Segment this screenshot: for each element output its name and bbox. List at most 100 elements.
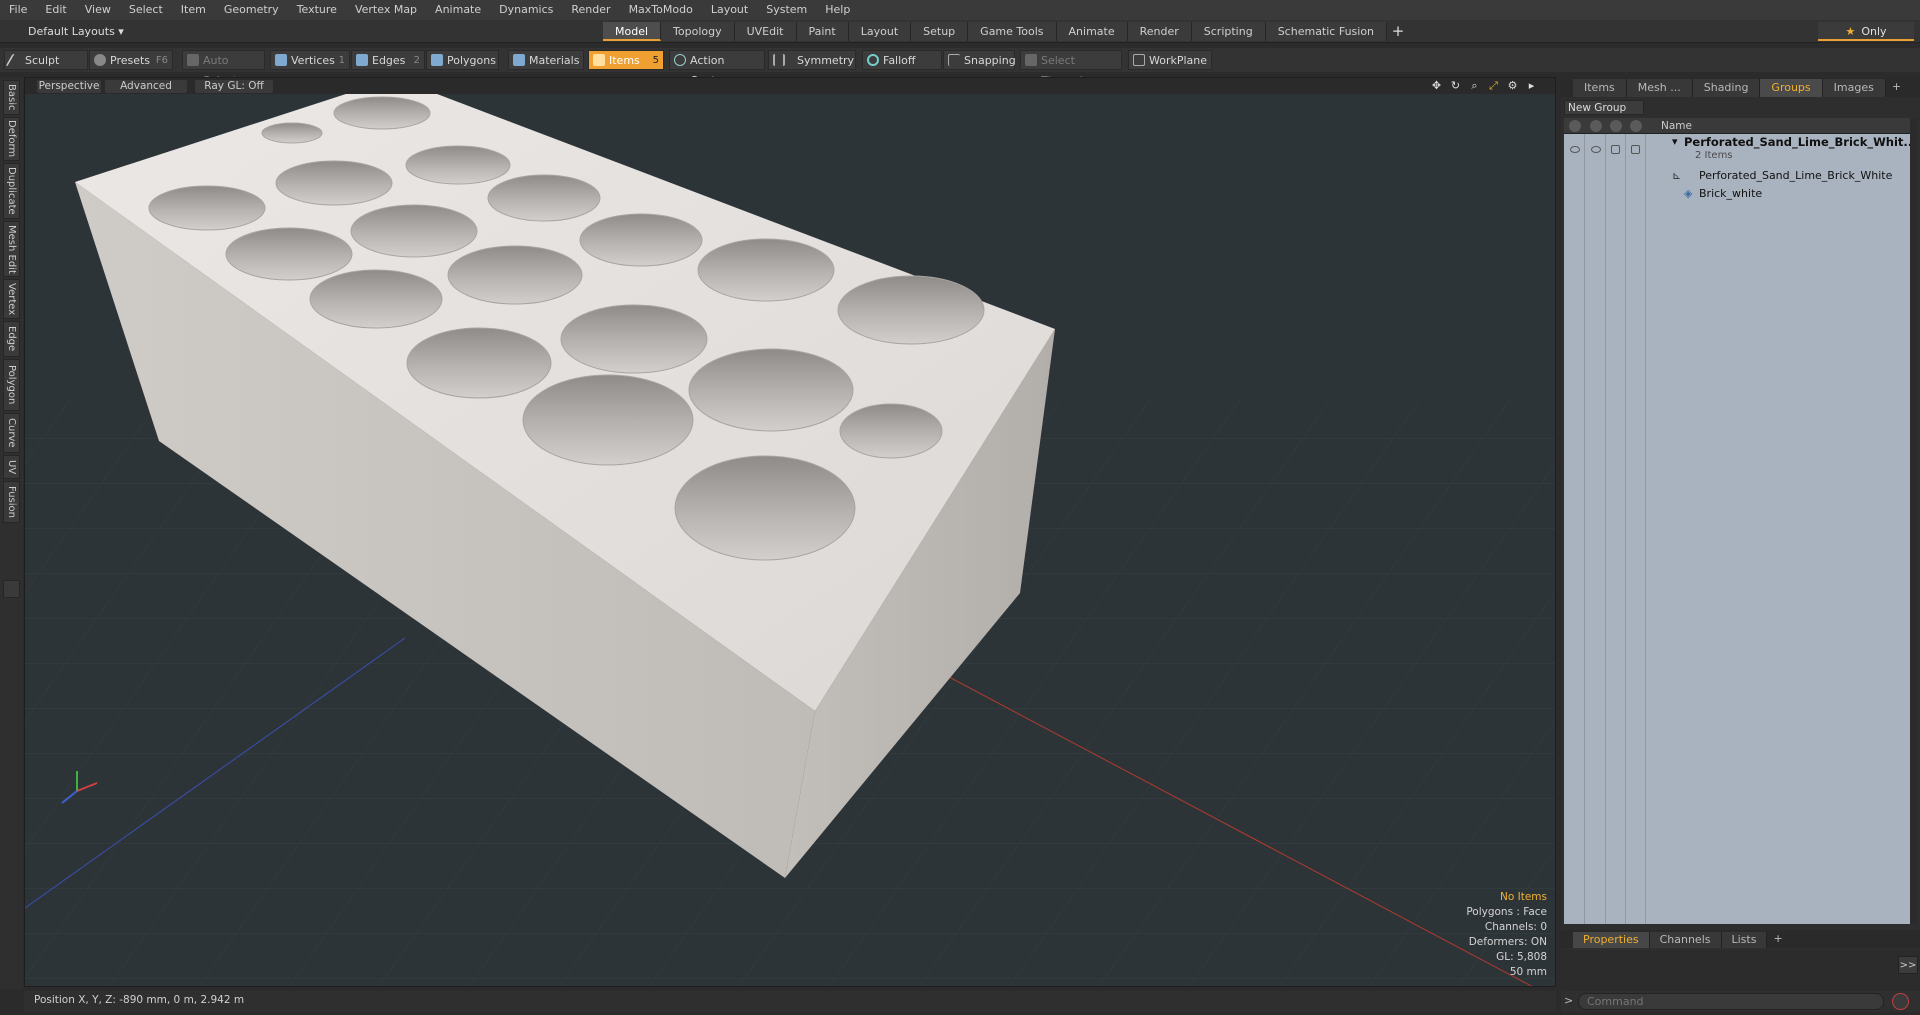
view-mode-button[interactable]: Perspective xyxy=(37,80,101,93)
add-tab-button[interactable]: + xyxy=(1886,77,1907,97)
3d-viewport[interactable]: Perspective Advanced Ray GL: Off ✥ ↻ ⌕ ⤢… xyxy=(24,77,1556,987)
tab-extra[interactable] xyxy=(3,580,20,598)
gear-icon[interactable]: ⚙ xyxy=(1503,79,1522,93)
tab-vertex[interactable]: Vertex xyxy=(3,279,20,319)
tab-channels[interactable]: Channels xyxy=(1649,932,1722,948)
polygons-button[interactable]: Polygons xyxy=(426,50,499,70)
new-group-button[interactable]: New Group xyxy=(1564,100,1644,115)
snapping-button[interactable]: Snapping xyxy=(943,50,1016,70)
falloff-button[interactable]: Falloff xyxy=(862,50,942,70)
viewport-header: Perspective Advanced Ray GL: Off ✥ ↻ ⌕ ⤢… xyxy=(25,78,1555,94)
tab-curve-label: Curve xyxy=(6,418,17,448)
tab-polygon[interactable]: Polygon xyxy=(3,359,20,411)
menu-edit[interactable]: Edit xyxy=(36,0,75,20)
play-icon[interactable]: ▸ xyxy=(1522,79,1541,93)
raygl-button[interactable]: Ray GL: Off xyxy=(195,80,273,93)
sculpt-label: Sculpt xyxy=(25,54,60,67)
col-divider xyxy=(1584,134,1585,924)
menu-render[interactable]: Render xyxy=(562,0,619,20)
menu-item[interactable]: Item xyxy=(172,0,215,20)
tab-curve[interactable]: Curve xyxy=(3,413,20,453)
layout-tab-uvedit[interactable]: UVEdit xyxy=(734,22,797,41)
items-button[interactable]: Items 5 xyxy=(588,50,664,70)
menu-view[interactable]: View xyxy=(76,0,120,20)
menu-layout[interactable]: Layout xyxy=(702,0,757,20)
zoom-icon[interactable]: ⌕ xyxy=(1465,79,1484,93)
command-input[interactable] xyxy=(1578,993,1884,1010)
selection-info: No Items xyxy=(1500,891,1547,903)
tab-shading[interactable]: Shading xyxy=(1692,79,1761,97)
menu-animate[interactable]: Animate xyxy=(426,0,490,20)
tab-basic[interactable]: Basic xyxy=(3,80,20,115)
only-toggle[interactable]: ★ Only xyxy=(1818,22,1914,41)
workplane-button[interactable]: WorkPlane xyxy=(1128,50,1212,70)
group-child-row[interactable]: ⊾ Perforated_Sand_Lime_Brick_White xyxy=(1564,168,1910,184)
fit-icon[interactable]: ⤢ xyxy=(1484,79,1503,93)
layout-tab-setup[interactable]: Setup xyxy=(911,22,969,41)
group-row[interactable]: ▾ Perforated_Sand_Lime_Brick_Whit... 2 I… xyxy=(1564,135,1917,165)
tab-properties[interactable]: Properties xyxy=(1573,932,1650,948)
select-through-icon xyxy=(1025,54,1037,66)
layout-tab-render[interactable]: Render xyxy=(1127,22,1192,41)
shading-mode-button[interactable]: Advanced xyxy=(105,80,187,93)
layout-tab-layout[interactable]: Layout xyxy=(848,22,912,41)
layout-selector[interactable]: Default Layouts ▾ xyxy=(22,23,130,40)
tab-mesh-edit[interactable]: Mesh Edit xyxy=(3,221,20,277)
edges-button[interactable]: Edges 2 xyxy=(351,50,425,70)
eye-icon[interactable] xyxy=(1570,146,1580,153)
add-property-tab-button[interactable]: + xyxy=(1767,930,1788,948)
sculpt-button[interactable]: Sculpt xyxy=(4,50,88,70)
group-child-row[interactable]: ◈ Brick_white xyxy=(1564,186,1910,202)
menu-dynamics[interactable]: Dynamics xyxy=(490,0,562,20)
pan-icon[interactable]: ✥ xyxy=(1427,79,1446,93)
symmetry-button[interactable]: Symmetry xyxy=(768,50,856,70)
action-center-button[interactable]: Action Center xyxy=(669,50,765,87)
tab-mesh[interactable]: Mesh ... xyxy=(1626,79,1693,97)
only-label: Only xyxy=(1861,25,1887,38)
select-toggle-icon[interactable] xyxy=(1631,145,1640,154)
auto-select-button[interactable]: Auto Select xyxy=(182,50,265,87)
tab-deform[interactable]: Deform xyxy=(3,117,20,161)
tab-images[interactable]: Images xyxy=(1822,79,1886,97)
menu-select[interactable]: Select xyxy=(120,0,172,20)
layout-tab-animate[interactable]: Animate xyxy=(1056,22,1128,41)
layout-tab-model[interactable]: Model xyxy=(603,22,662,41)
vertices-button[interactable]: Vertices 1 xyxy=(270,50,350,70)
menu-geometry[interactable]: Geometry xyxy=(215,0,288,20)
brush-icon xyxy=(5,54,19,66)
record-icon[interactable] xyxy=(1892,993,1909,1010)
menu-vertex-map[interactable]: Vertex Map xyxy=(346,0,426,20)
tab-edge[interactable]: Edge xyxy=(3,321,20,357)
menu-system[interactable]: System xyxy=(757,0,816,20)
presets-button[interactable]: Presets F6 xyxy=(89,50,173,70)
tab-fusion[interactable]: Fusion xyxy=(3,481,20,523)
tab-uv[interactable]: UV xyxy=(3,455,20,479)
tab-groups[interactable]: Groups xyxy=(1760,79,1823,97)
rotate-icon[interactable]: ↻ xyxy=(1446,79,1465,93)
menu-file[interactable]: File xyxy=(0,0,36,20)
add-layout-tab-button[interactable]: + xyxy=(1387,22,1409,41)
layout-tab-scripting[interactable]: Scripting xyxy=(1191,22,1266,41)
layout-tab-game-tools[interactable]: Game Tools xyxy=(968,22,1057,41)
tab-items[interactable]: Items xyxy=(1573,79,1627,97)
menu-help[interactable]: Help xyxy=(816,0,859,20)
tab-lists[interactable]: Lists xyxy=(1721,932,1768,948)
layout-tab-topology[interactable]: Topology xyxy=(661,22,735,41)
viewport-info: No Items Polygons : Face Channels: 0 Def… xyxy=(1466,890,1547,980)
group-child-name: Brick_white xyxy=(1699,187,1763,200)
render-toggle-icon[interactable] xyxy=(1591,146,1601,153)
layout-tab-paint[interactable]: Paint xyxy=(796,22,849,41)
materials-button[interactable]: Materials xyxy=(508,50,584,70)
falloff-icon xyxy=(867,54,879,66)
expand-arrow-icon[interactable]: ▾ xyxy=(1672,135,1678,148)
groups-scrollbar[interactable] xyxy=(1910,118,1918,924)
menu-maxtomodo[interactable]: MaxToModo xyxy=(620,0,702,20)
name-column-header: Name xyxy=(1661,120,1692,132)
select-through-button[interactable]: Select Through xyxy=(1020,50,1122,87)
mesh-icon: ◈ xyxy=(1684,187,1693,200)
expand-button[interactable]: >> xyxy=(1898,956,1918,974)
lock-toggle-icon[interactable] xyxy=(1611,145,1620,154)
layout-tab-schematic-fusion[interactable]: Schematic Fusion xyxy=(1265,22,1388,41)
tab-duplicate[interactable]: Duplicate xyxy=(3,163,20,219)
menu-texture[interactable]: Texture xyxy=(288,0,346,20)
